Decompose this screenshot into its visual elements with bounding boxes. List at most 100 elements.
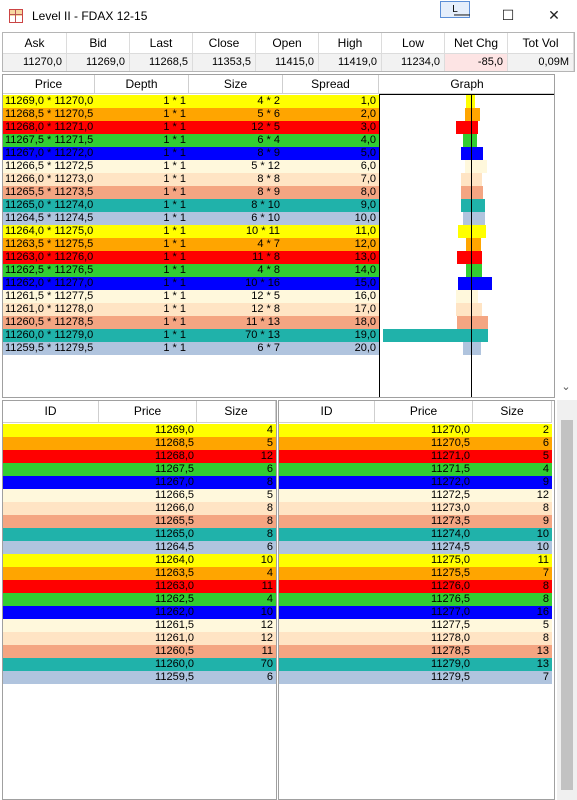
bid-row-size: 10 (260, 606, 273, 618)
depth-row[interactable]: 11260,5 * 11278,5 1 * 1 11 * 13 18,0 (3, 316, 379, 329)
depth-row[interactable]: 11263,5 * 11275,5 1 * 1 4 * 7 12,0 (3, 238, 379, 251)
ask-row[interactable]: 11270,0 2 (279, 424, 552, 437)
ask-row[interactable]: 11273,0 8 (279, 502, 552, 515)
ask-row[interactable]: 11272,5 12 (279, 489, 552, 502)
bid-row-price: 11268,5 (155, 437, 194, 449)
bid-header-size[interactable]: Size (197, 401, 276, 423)
bid-row[interactable]: 11268,5 5 (3, 437, 276, 450)
ask-row[interactable]: 11275,5 7 (279, 567, 552, 580)
ask-row[interactable]: 11275,0 11 (279, 554, 552, 567)
depth-row-price: 11261,5 * 11277,5 (5, 290, 94, 302)
depth-row[interactable]: 11265,5 * 11273,5 1 * 1 8 * 9 8,0 (3, 186, 379, 199)
column-header-depth[interactable]: Depth (95, 75, 189, 94)
ask-book-grid: ID Price Size 11270,0 2 11270,5 6 11271,0 5 11271… (278, 400, 555, 800)
bid-row[interactable]: 11262,0 10 (3, 606, 276, 619)
bid-row[interactable]: 11263,0 11 (3, 580, 276, 593)
bid-row-id (3, 567, 99, 580)
bid-row[interactable]: 11264,0 10 (3, 554, 276, 567)
ask-row[interactable]: 11270,5 6 (279, 437, 552, 450)
ask-row-id (279, 463, 375, 476)
bid-row[interactable]: 11265,5 8 (3, 515, 276, 528)
bid-row[interactable]: 11263,5 4 (3, 567, 276, 580)
depth-row[interactable]: 11264,5 * 11274,5 1 * 1 6 * 10 10,0 (3, 212, 379, 225)
bid-row[interactable]: 11267,5 6 (3, 463, 276, 476)
scrollbar-thumb[interactable] (561, 420, 573, 790)
bid-row[interactable]: 11262,5 4 (3, 593, 276, 606)
ask-header-id[interactable]: ID (279, 401, 375, 423)
column-header-size[interactable]: Size (189, 75, 283, 94)
depth-row[interactable]: 11261,0 * 11278,0 1 * 1 12 * 8 17,0 (3, 303, 379, 316)
bid-row[interactable]: 11261,5 12 (3, 619, 276, 632)
bid-row[interactable]: 11260,5 11 (3, 645, 276, 658)
vertical-scrollbar[interactable] (557, 400, 577, 800)
bid-row-size: 8 (266, 528, 273, 540)
bid-row[interactable]: 11261,0 12 (3, 632, 276, 645)
ask-header-size[interactable]: Size (473, 401, 552, 423)
ask-row[interactable]: 11279,0 13 (279, 658, 552, 671)
ask-row[interactable]: 11279,5 7 (279, 671, 552, 684)
depth-row[interactable]: 11267,0 * 11272,0 1 * 1 8 * 9 5,0 (3, 147, 379, 160)
depth-row-depth: 1 * 1 (163, 290, 186, 302)
depth-row[interactable]: 11267,5 * 11271,5 1 * 1 6 * 4 4,0 (3, 134, 379, 147)
bid-row[interactable]: 11266,0 8 (3, 502, 276, 515)
quote-header-high: High (319, 33, 381, 54)
column-header-price[interactable]: Price (3, 75, 95, 94)
depth-row[interactable]: 11266,0 * 11273,0 1 * 1 8 * 8 7,0 (3, 173, 379, 186)
depth-row[interactable]: 11262,0 * 11277,0 1 * 1 10 * 16 15,0 (3, 277, 379, 290)
depth-row[interactable]: 11266,5 * 11272,5 1 * 1 5 * 12 6,0 (3, 160, 379, 173)
depth-row[interactable]: 11262,5 * 11276,5 1 * 1 4 * 8 14,0 (3, 264, 379, 277)
minimize-button[interactable]: — (452, 5, 472, 25)
ask-row[interactable]: 11271,0 5 (279, 450, 552, 463)
depth-row[interactable]: 11263,0 * 11276,0 1 * 1 11 * 8 13,0 (3, 251, 379, 264)
depth-row-size: 4 * 8 (257, 264, 280, 276)
depth-row[interactable]: 11265,0 * 11274,0 1 * 1 8 * 10 9,0 (3, 199, 379, 212)
ask-row[interactable]: 11274,0 10 (279, 528, 552, 541)
ask-row[interactable]: 11278,5 13 (279, 645, 552, 658)
ask-row[interactable]: 11274,5 10 (279, 541, 552, 554)
graph-ask-bar (472, 329, 488, 342)
ask-row[interactable]: 11277,0 16 (279, 606, 552, 619)
graph-bid-bar (461, 199, 471, 212)
bid-row[interactable]: 11266,5 5 (3, 489, 276, 502)
ask-row[interactable]: 11277,5 5 (279, 619, 552, 632)
ask-row[interactable]: 11276,0 8 (279, 580, 552, 593)
depth-row[interactable]: 11260,0 * 11279,0 1 * 1 70 * 13 19,0 (3, 329, 379, 342)
bid-row[interactable]: 11269,0 4 (3, 424, 276, 437)
depth-row[interactable]: 11264,0 * 11275,0 1 * 1 10 * 11 11,0 (3, 225, 379, 238)
ask-header-price[interactable]: Price (375, 401, 473, 423)
ask-row[interactable]: 11271,5 4 (279, 463, 552, 476)
bid-row[interactable]: 11267,0 8 (3, 476, 276, 489)
ask-row[interactable]: 11276,5 8 (279, 593, 552, 606)
bid-row-price: 11265,5 (155, 515, 194, 527)
depth-row[interactable]: 11259,5 * 11279,5 1 * 1 6 * 7 20,0 (3, 342, 379, 355)
depth-row[interactable]: 11268,0 * 11271,0 1 * 1 12 * 5 3,0 (3, 121, 379, 134)
column-header-spread[interactable]: Spread (283, 75, 379, 94)
graph-ask-bar (472, 212, 485, 225)
bid-row-size: 12 (260, 619, 273, 631)
bid-header-id[interactable]: ID (3, 401, 99, 423)
depth-row-size: 12 * 5 (251, 290, 280, 302)
depth-row-size: 11 * 13 (245, 316, 280, 328)
bid-row[interactable]: 11259,5 6 (3, 671, 276, 684)
close-button[interactable]: ✕ (544, 5, 564, 25)
depth-row[interactable]: 11261,5 * 11277,5 1 * 1 12 * 5 16,0 (3, 290, 379, 303)
bid-row-id (3, 528, 99, 541)
depth-row[interactable]: 11268,5 * 11270,5 1 * 1 5 * 6 2,0 (3, 108, 379, 121)
ask-row[interactable]: 11272,0 9 (279, 476, 552, 489)
scroll-down-arrow-icon[interactable]: ⌄ (558, 380, 574, 396)
bid-row[interactable]: 11264,5 6 (3, 541, 276, 554)
bid-row[interactable]: 11268,0 12 (3, 450, 276, 463)
bid-header-price[interactable]: Price (99, 401, 197, 423)
depth-row-spread: 4,0 (360, 134, 376, 146)
bid-row-price: 11261,0 (155, 632, 194, 644)
ask-row[interactable]: 11278,0 8 (279, 632, 552, 645)
maximize-button[interactable]: ☐ (498, 5, 518, 25)
graph-bid-bar (466, 95, 471, 108)
bid-row[interactable]: 11265,0 8 (3, 528, 276, 541)
bid-row[interactable]: 11260,0 70 (3, 658, 276, 671)
graph-bid-bar (466, 238, 471, 251)
depth-row[interactable]: 11269,0 * 11270,0 1 * 1 4 * 2 1,0 (3, 95, 379, 108)
depth-row-spread: 16,0 (354, 290, 376, 302)
column-header-graph[interactable]: Graph (379, 75, 554, 94)
ask-row[interactable]: 11273,5 9 (279, 515, 552, 528)
